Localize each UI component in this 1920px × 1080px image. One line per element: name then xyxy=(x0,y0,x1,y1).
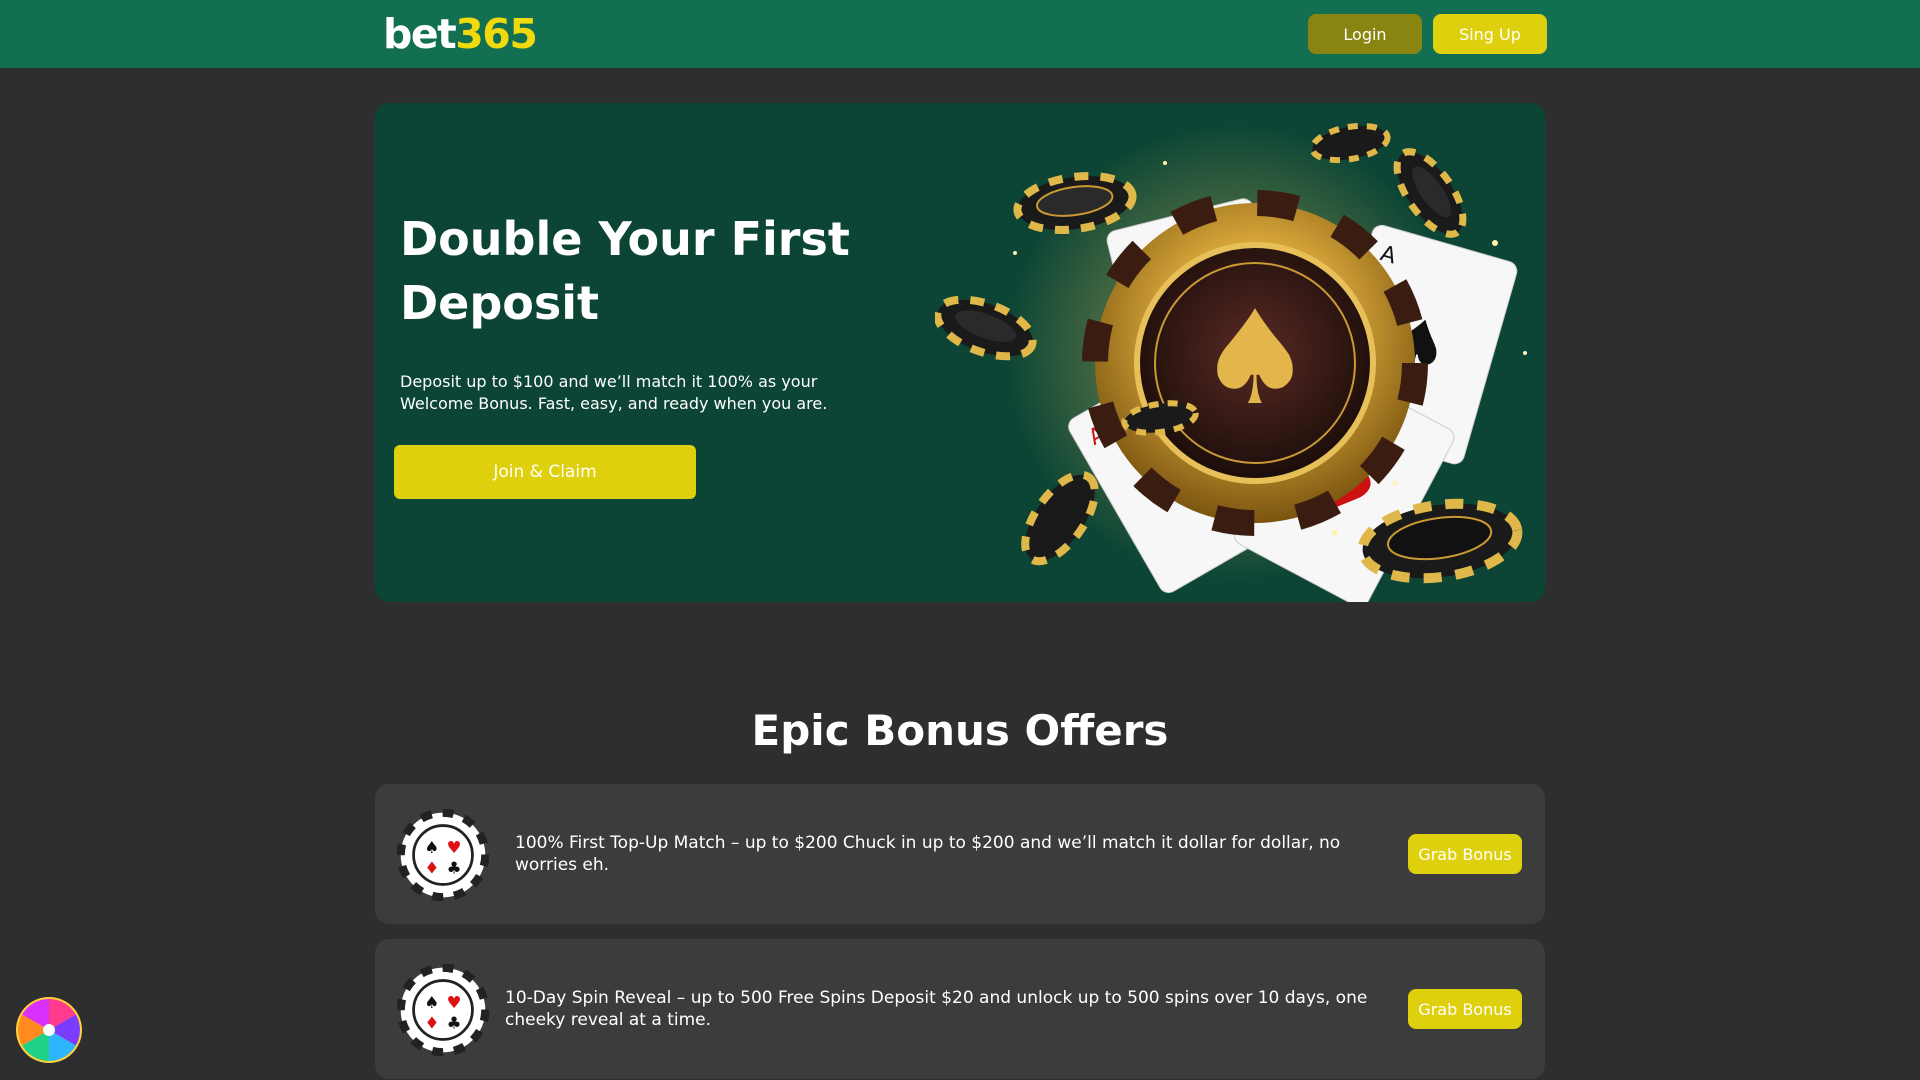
hero-title: Double Your First Deposit xyxy=(400,212,850,330)
casino-chips-cards-illustration: A ♣ ♣ A ♠ A ♦ A ♥ ♠ xyxy=(935,122,1527,602)
join-claim-button[interactable]: Join & Claim xyxy=(394,445,696,499)
signup-button[interactable]: Sing Up xyxy=(1433,14,1547,54)
hero-banner: Double Your First Deposit Deposit up to … xyxy=(375,103,1545,602)
hero-description: Deposit up to $100 and we’ll match it 10… xyxy=(400,372,828,413)
offer-description: 10-Day Spin Reveal – up to 500 Free Spin… xyxy=(505,988,1368,1030)
prize-wheel-icon[interactable] xyxy=(14,995,84,1065)
top-header: bet365 Login Sing Up xyxy=(0,0,1920,68)
bet365-logo[interactable]: bet365 xyxy=(383,10,538,58)
svg-text:♠: ♠ xyxy=(1197,282,1314,434)
logo-text-365: 365 xyxy=(455,10,538,58)
poker-chip-icon xyxy=(397,964,489,1056)
grab-bonus-button[interactable]: Grab Bonus xyxy=(1408,989,1522,1029)
logo-text-bet: bet xyxy=(383,10,457,58)
poker-chip-icon xyxy=(397,809,489,901)
grab-bonus-button[interactable]: Grab Bonus xyxy=(1408,834,1522,874)
section-title: Epic Bonus Offers xyxy=(751,706,1169,755)
bonus-offer-card: 10-Day Spin Reveal – up to 500 Free Spin… xyxy=(375,939,1545,1079)
offer-description: 100% First Top-Up Match – up to $200 Chu… xyxy=(515,833,1341,875)
login-button[interactable]: Login xyxy=(1308,14,1422,54)
bonus-offer-card: 100% First Top-Up Match – up to $200 Chu… xyxy=(375,784,1545,924)
